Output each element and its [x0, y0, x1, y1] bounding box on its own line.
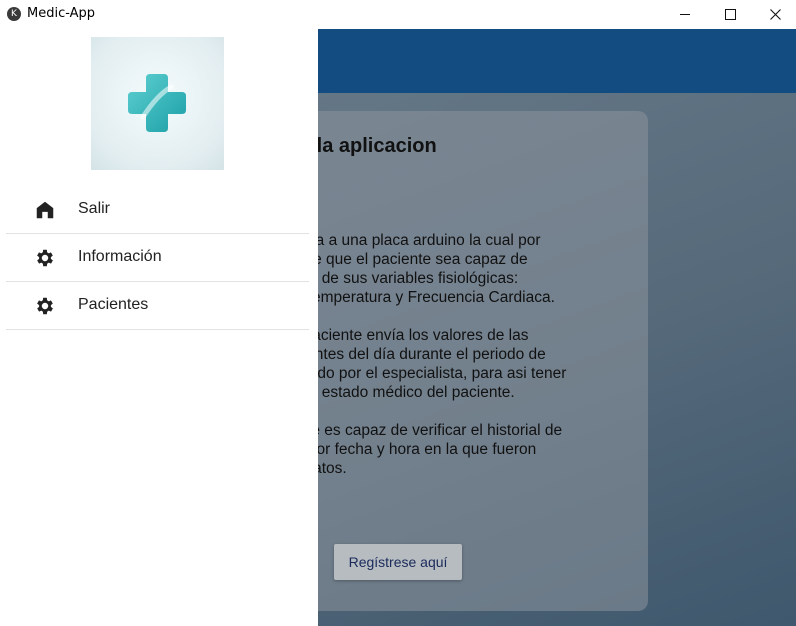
app-icon: K: [7, 7, 21, 21]
navigation-drawer: Salir Información Pacientes: [0, 29, 318, 626]
register-button[interactable]: Regístrese aquí: [334, 544, 462, 580]
home-icon: [36, 201, 54, 219]
gear-icon: [37, 249, 53, 267]
minimize-icon: [680, 14, 690, 15]
minimize-button[interactable]: [662, 0, 708, 29]
drawer-item-label: Información: [78, 248, 162, 265]
maximize-icon: [724, 9, 736, 20]
maximize-button[interactable]: [707, 0, 753, 29]
paragraph-1: conecta a una placa arduino la cual por …: [270, 231, 640, 307]
close-button[interactable]: [752, 0, 796, 29]
drawer-item-pacientes[interactable]: Pacientes: [6, 282, 309, 330]
drawer-item-informacion[interactable]: Información: [6, 234, 309, 282]
drawer-item-label: Salir: [78, 200, 111, 217]
paragraph-3: aciente es capaz de verificar el histori…: [270, 421, 640, 478]
medical-cross-icon: [128, 74, 186, 132]
paragraph-2: n, el paciente envía los valores de las …: [270, 326, 640, 402]
drawer-item-salir[interactable]: Salir: [6, 186, 309, 234]
drawer-item-label: Pacientes: [78, 296, 149, 313]
card-body: conecta a una placa arduino la cual por …: [270, 231, 640, 497]
title-bar: K Medic-App: [0, 0, 796, 29]
gear-icon: [37, 297, 53, 315]
close-icon: [769, 9, 781, 20]
medic-logo: [91, 37, 224, 170]
window-title: Medic-App: [27, 6, 96, 21]
